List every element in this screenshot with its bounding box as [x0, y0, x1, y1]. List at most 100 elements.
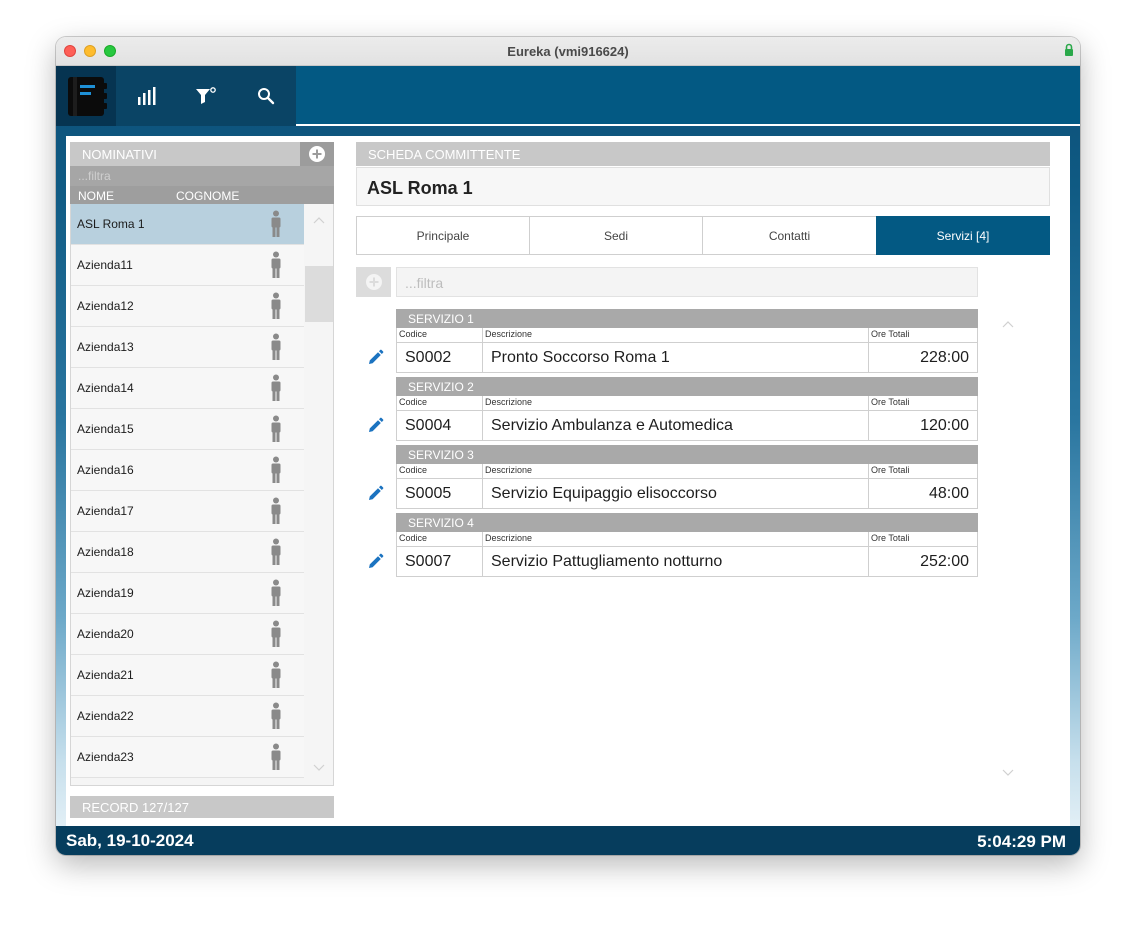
filter-button[interactable]: [176, 66, 236, 126]
label-ore-totali: Ore Totali: [868, 328, 978, 342]
list-item[interactable]: Azienda17: [71, 491, 304, 532]
label-codice: Codice: [396, 396, 482, 410]
chevron-up-icon[interactable]: [313, 216, 325, 224]
servizio-hours[interactable]: 228:00: [868, 342, 978, 373]
status-bar: Sab, 19-10-2024 5:04:29 PM: [56, 826, 1080, 855]
label-codice: Codice: [396, 464, 482, 478]
list-item[interactable]: Azienda15: [71, 409, 304, 450]
list-item-name: Azienda15: [77, 422, 134, 436]
servizio-description[interactable]: Pronto Soccorso Roma 1: [482, 342, 869, 373]
servizio-code[interactable]: S0005: [396, 478, 483, 509]
nominativi-header: NOMINATIVI: [70, 142, 300, 166]
list-item[interactable]: Azienda19: [71, 573, 304, 614]
title-bar: Eureka (vmi916624): [56, 37, 1080, 66]
nominativi-filter-input[interactable]: ...filtra: [70, 166, 334, 186]
person-icon: [271, 620, 281, 647]
label-descrizione: Descrizione: [482, 532, 868, 546]
add-servizio-button[interactable]: [356, 267, 391, 297]
tab-contatti[interactable]: Contatti: [702, 216, 877, 255]
record-counter: RECORD 127/127: [70, 796, 334, 818]
servizio-header: SERVIZIO 3: [396, 445, 978, 464]
bar-chart-icon: [138, 87, 156, 105]
person-icon: [271, 538, 281, 565]
list-item[interactable]: Azienda21: [71, 655, 304, 696]
servizio-description[interactable]: Servizio Equipaggio elisoccorso: [482, 478, 869, 509]
status-date: Sab, 19-10-2024: [66, 831, 194, 850]
servizio-hours[interactable]: 48:00: [868, 478, 978, 509]
list-item[interactable]: Azienda12: [71, 286, 304, 327]
top-toolbar: [56, 66, 1080, 126]
servizio-description[interactable]: Servizio Ambulanza e Automedica: [482, 410, 869, 441]
label-ore-totali: Ore Totali: [868, 532, 978, 546]
list-item[interactable]: Azienda16: [71, 450, 304, 491]
person-icon: [271, 210, 281, 237]
search-button[interactable]: [236, 66, 296, 126]
servizio-description[interactable]: Servizio Pattugliamento notturno: [482, 546, 869, 577]
person-icon: [271, 251, 281, 278]
list-item-name: Azienda22: [77, 709, 134, 723]
servizio-code[interactable]: S0002: [396, 342, 483, 373]
statistics-button[interactable]: [116, 66, 176, 126]
notebook-logo-button[interactable]: [56, 66, 116, 126]
scheda-title-box: ASL Roma 1: [356, 167, 1050, 206]
tab-servizi[interactable]: Servizi [4]: [876, 216, 1050, 255]
person-icon: [271, 415, 281, 442]
list-item-name: Azienda16: [77, 463, 134, 477]
chevron-down-icon[interactable]: [1002, 769, 1014, 777]
list-item[interactable]: Azienda18: [71, 532, 304, 573]
list-scroll-thumb[interactable]: [305, 266, 333, 322]
list-item-name: Azienda23: [77, 750, 134, 764]
list-item-name: Azienda19: [77, 586, 134, 600]
scheda-tabs: Principale Sedi Contatti Servizi [4]: [356, 216, 1050, 255]
tab-principale[interactable]: Principale: [356, 216, 530, 255]
list-item[interactable]: Azienda13: [71, 327, 304, 368]
person-icon: [271, 456, 281, 483]
plus-circle-icon: [365, 274, 382, 290]
list-item-name: Azienda20: [77, 627, 134, 641]
pencil-icon[interactable]: [366, 553, 384, 571]
list-item-name: Azienda11: [77, 258, 133, 272]
person-icon: [271, 661, 281, 688]
list-item[interactable]: Azienda20: [71, 614, 304, 655]
servizi-filter-input[interactable]: ...filtra: [396, 267, 978, 297]
servizio-hours[interactable]: 120:00: [868, 410, 978, 441]
app-window: Eureka (vmi916624) NOMINATIVI ...filtra …: [56, 37, 1080, 855]
list-item[interactable]: Azienda11: [71, 245, 304, 286]
chevron-down-icon[interactable]: [313, 764, 325, 772]
pencil-icon[interactable]: [366, 485, 384, 503]
person-icon: [271, 579, 281, 606]
list-scrollbar[interactable]: [305, 204, 333, 785]
nominativi-list: ASL Roma 1 Azienda11 Azienda12 Azienda13 Azi…: [70, 204, 334, 786]
servizio-header: SERVIZIO 4: [396, 513, 978, 532]
list-item-name: Azienda21: [77, 668, 134, 682]
scheda-header: SCHEDA COMMITTENTE: [356, 142, 1050, 166]
servizio-header: SERVIZIO 1: [396, 309, 978, 328]
list-item[interactable]: Azienda14: [71, 368, 304, 409]
lock-icon: [1065, 43, 1073, 56]
person-icon: [271, 292, 281, 319]
scheda-header-label: SCHEDA COMMITTENTE: [368, 147, 521, 162]
servizio-code[interactable]: S0007: [396, 546, 483, 577]
toolbar-group: [56, 66, 296, 126]
person-icon: [271, 743, 281, 770]
list-item[interactable]: Azienda22: [71, 696, 304, 737]
pencil-icon[interactable]: [366, 349, 384, 367]
list-item[interactable]: Azienda23: [71, 737, 304, 778]
tab-sedi[interactable]: Sedi: [529, 216, 703, 255]
pencil-icon[interactable]: [366, 417, 384, 435]
chevron-up-icon[interactable]: [1002, 320, 1014, 328]
notebook-icon: [68, 77, 107, 116]
label-ore-totali: Ore Totali: [868, 396, 978, 410]
column-header-nome[interactable]: NOME: [78, 189, 114, 203]
list-item-name: Azienda14: [77, 381, 134, 395]
servizio-card: SERVIZIO 3 Codice Descrizione Ore Totali S00…: [396, 445, 978, 513]
servizio-hours[interactable]: 252:00: [868, 546, 978, 577]
label-ore-totali: Ore Totali: [868, 464, 978, 478]
servizio-code[interactable]: S0004: [396, 410, 483, 441]
add-nominativo-button[interactable]: [300, 142, 334, 166]
label-descrizione: Descrizione: [482, 464, 868, 478]
nominativi-title: NOMINATIVI: [82, 147, 157, 162]
list-item[interactable]: ASL Roma 1: [71, 204, 304, 245]
column-header-cognome[interactable]: COGNOME: [176, 189, 239, 203]
label-codice: Codice: [396, 328, 482, 342]
